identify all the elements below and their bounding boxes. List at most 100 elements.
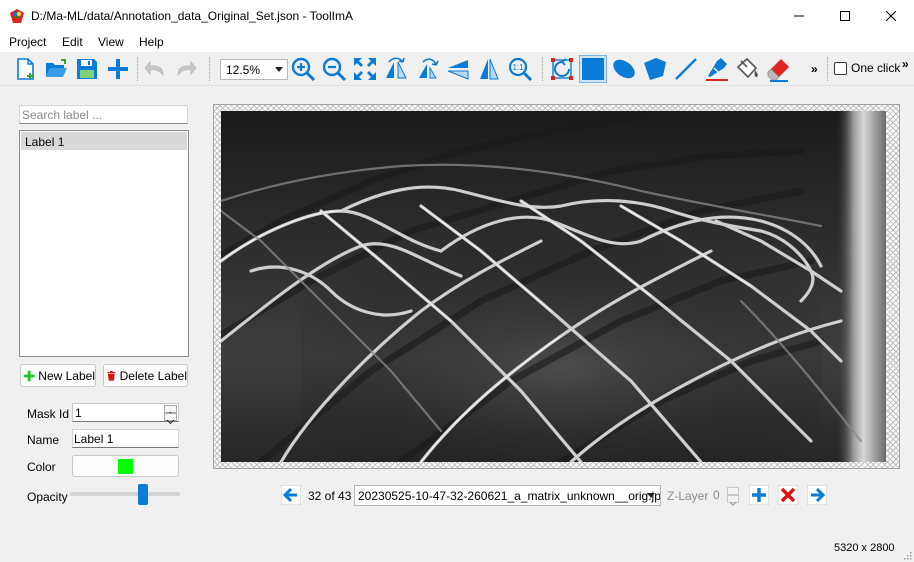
polygon-tool-button[interactable] xyxy=(641,55,669,83)
undo-icon xyxy=(144,61,164,76)
title-bar: D:/Ma-ML/data/Annotation_data_Original_S… xyxy=(0,0,914,31)
add-layer-button[interactable] xyxy=(749,485,769,505)
fit-window-button[interactable] xyxy=(351,55,379,83)
mask-id-spinbox[interactable]: 1 xyxy=(72,403,179,425)
toolbar-separator xyxy=(542,57,543,81)
fit-to-window-icon xyxy=(354,58,376,80)
chevron-down-icon xyxy=(647,493,655,498)
rectangle-tool-icon xyxy=(582,58,604,80)
rectangle-tool-button[interactable] xyxy=(579,55,607,83)
color-picker-button[interactable] xyxy=(72,455,179,477)
select-tool-button[interactable] xyxy=(548,55,576,83)
image-file-name: 20230525-10-47-32-260621_a_matrix_unknow… xyxy=(358,489,661,503)
name-label: Name xyxy=(27,433,60,447)
zoom-value: 12.5% xyxy=(226,63,261,77)
polygon-tool-icon xyxy=(644,58,666,80)
eraser-icon xyxy=(767,59,789,82)
redo-icon xyxy=(177,61,197,76)
menu-edit[interactable]: Edit xyxy=(62,35,83,49)
color-label: Color xyxy=(27,460,56,474)
flip-horizontal-icon xyxy=(386,57,407,79)
ellipse-tool-button[interactable] xyxy=(610,55,638,83)
minimize-icon xyxy=(794,15,804,16)
opacity-slider-track[interactable] xyxy=(70,492,180,496)
eraser-button[interactable] xyxy=(765,55,793,83)
undo-button[interactable] xyxy=(141,55,169,83)
new-file-button[interactable] xyxy=(11,55,39,83)
wire-mesh-photo xyxy=(221,111,886,462)
mirror-horizontal-button[interactable] xyxy=(475,55,503,83)
arrow-left-icon xyxy=(281,485,301,505)
mask-id-value: 1 xyxy=(75,406,82,420)
search-label-input[interactable]: Search label ... xyxy=(19,105,188,124)
opacity-label: Opacity xyxy=(27,490,68,504)
zoom-actual-size-button[interactable]: 1:1 xyxy=(506,55,534,83)
menu-project[interactable]: Project xyxy=(9,35,46,49)
pen-tool-button[interactable] xyxy=(703,55,731,83)
image-file-select[interactable]: 20230525-10-47-32-260621_a_matrix_unknow… xyxy=(354,485,661,506)
menu-bar: Project Edit View Help xyxy=(0,31,914,52)
remove-image-button[interactable] xyxy=(778,485,798,505)
spin-up-icon[interactable] xyxy=(164,405,177,417)
mirror-vertical-button[interactable] xyxy=(444,55,472,83)
line-tool-button[interactable] xyxy=(672,55,700,83)
open-folder-icon xyxy=(46,59,67,77)
z-layer-label: Z-Layer xyxy=(667,489,709,503)
maximize-icon xyxy=(840,10,850,21)
spin-down-icon[interactable] xyxy=(727,495,739,506)
minimize-button[interactable] xyxy=(776,0,822,31)
window-title: D:/Ma-ML/data/Annotation_data_Original_S… xyxy=(31,9,353,23)
zoom-in-button[interactable] xyxy=(289,55,317,83)
previous-image-button[interactable] xyxy=(281,485,301,505)
toolbar-overflow-button[interactable]: » xyxy=(902,57,909,71)
next-image-button[interactable] xyxy=(807,485,827,505)
zoom-out-icon xyxy=(322,57,347,82)
select-tool-icon xyxy=(551,58,573,80)
rotate-button[interactable] xyxy=(413,55,441,83)
label-list-item[interactable]: Label 1 xyxy=(21,132,187,150)
plus-icon xyxy=(23,370,35,381)
annotation-image[interactable] xyxy=(221,111,886,462)
image-canvas[interactable] xyxy=(213,104,900,469)
new-label-button[interactable]: New Label xyxy=(20,364,96,387)
svg-text:1:1: 1:1 xyxy=(512,63,524,72)
pen-tool-icon xyxy=(706,58,728,81)
menu-help[interactable]: Help xyxy=(139,35,164,49)
image-counter: 32 of 43 xyxy=(308,489,352,503)
flip-button[interactable] xyxy=(382,55,410,83)
mirror-vertical-icon xyxy=(447,60,469,80)
chevron-down-icon xyxy=(275,67,283,72)
zoom-select[interactable]: 12.5% xyxy=(220,59,288,80)
opacity-slider-handle[interactable] xyxy=(138,484,148,505)
resize-grip-icon[interactable] xyxy=(902,550,912,560)
menu-view[interactable]: View xyxy=(98,35,124,49)
z-layer-value: 0 xyxy=(713,488,720,502)
z-layer-spinbox[interactable]: 0 xyxy=(708,486,740,506)
maximize-button[interactable] xyxy=(822,0,868,31)
fill-bucket-button[interactable] xyxy=(734,55,762,83)
name-field[interactable]: Label 1 xyxy=(72,429,179,448)
line-tool-icon xyxy=(675,58,697,80)
one-click-checkbox[interactable]: One click xyxy=(834,61,900,75)
rotate-icon xyxy=(419,58,439,79)
delete-label-button[interactable]: Delete Label xyxy=(103,364,188,387)
checkbox-icon xyxy=(834,61,847,75)
close-button[interactable] xyxy=(868,0,914,31)
add-button[interactable] xyxy=(104,55,132,83)
redo-button[interactable] xyxy=(172,55,200,83)
zoom-out-button[interactable] xyxy=(320,55,348,83)
delete-label-text: Delete Label xyxy=(119,368,187,383)
label-list[interactable]: Label 1 xyxy=(19,130,189,357)
zoom-actual-size-icon: 1:1 xyxy=(508,57,533,82)
open-project-button[interactable] xyxy=(42,55,70,83)
new-file-icon xyxy=(17,58,34,80)
add-icon xyxy=(108,59,128,79)
spin-up-icon[interactable] xyxy=(727,487,739,499)
image-size-status: 5320 x 2800 xyxy=(834,542,895,554)
close-icon xyxy=(886,10,896,21)
spin-down-icon[interactable] xyxy=(164,413,177,425)
save-button[interactable] xyxy=(73,55,101,83)
toolima-app-icon xyxy=(10,9,24,23)
zoom-in-icon xyxy=(291,57,316,82)
toolbar-more-button[interactable]: » xyxy=(811,62,818,76)
